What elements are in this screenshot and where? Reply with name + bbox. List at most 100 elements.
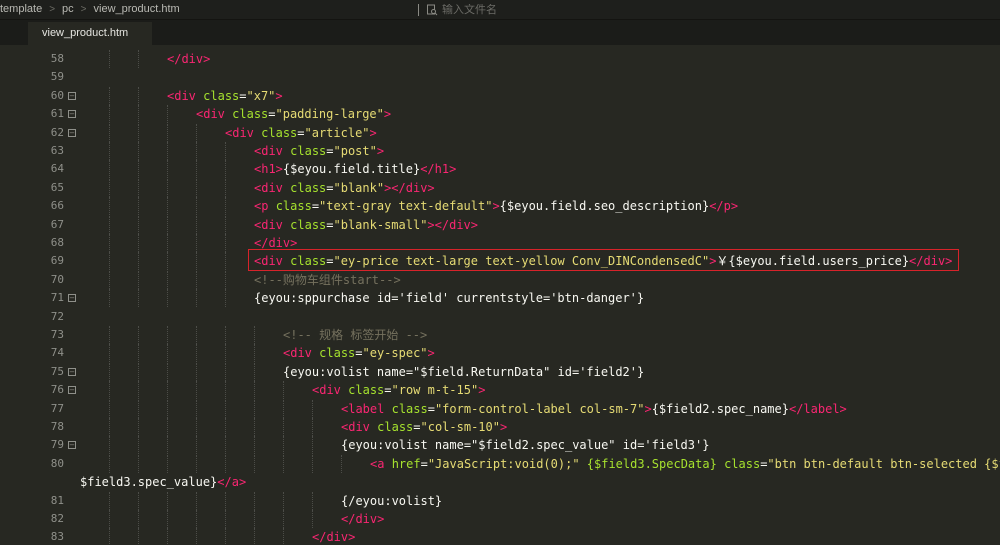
code-token: class: [348, 383, 385, 398]
code-text[interactable]: <div class="row m-t-15">: [312, 381, 485, 399]
code-text[interactable]: <!--购物车组件start-->: [254, 271, 401, 289]
breadcrumb: template > pc > view_product.htm: [0, 3, 180, 15]
indent-guide: [138, 399, 139, 418]
indent-guide: [138, 234, 139, 252]
code-text[interactable]: <div class="ey-price text-large text-yel…: [254, 252, 952, 270]
code-editor[interactable]: 58 </div> 59 60− <div class="x7"> 61− <div cla…: [0, 50, 1000, 545]
indent-guide: [167, 142, 168, 160]
code-text[interactable]: <label class="form-control-label col-sm-…: [341, 400, 847, 418]
code-token: class: [232, 107, 269, 122]
tab-view-product[interactable]: view_product.htm: [28, 22, 152, 45]
code-text[interactable]: <div class="ey-spec">: [283, 344, 435, 362]
code-text[interactable]: <div class="padding-large">: [196, 105, 391, 123]
code-text[interactable]: </div>: [167, 50, 210, 68]
code-text[interactable]: <div class="blank"></div>: [254, 179, 435, 197]
code-line[interactable]: 62− <div class="article">: [0, 123, 1000, 142]
indent-guide: [167, 344, 168, 363]
code-text[interactable]: <!-- 规格 标签开始 -->: [283, 326, 427, 344]
indent-guide: [283, 528, 284, 545]
code-line[interactable]: 63 <div class="post">: [0, 142, 1000, 160]
fold-toggle-icon[interactable]: −: [68, 91, 76, 100]
fold-toggle-icon[interactable]: −: [68, 367, 76, 376]
fold-toggle-icon[interactable]: −: [68, 441, 76, 450]
code-token: </div>: [254, 236, 298, 250]
code-line[interactable]: 71− {eyou:sppurchase id='field' currentst…: [0, 289, 1000, 308]
code-text[interactable]: $field3.spec_value}</a>: [80, 473, 246, 491]
code-text[interactable]: {/eyou:volist}: [341, 492, 442, 510]
code-text[interactable]: <div class="x7">: [167, 87, 283, 105]
code-text[interactable]: {eyou:sppurchase id='field' currentstyle…: [254, 289, 644, 307]
code-text[interactable]: <p class="text-gray text-default">{$eyou…: [254, 197, 738, 215]
code-line[interactable]: 81 {/eyou:volist}: [0, 491, 1000, 510]
code-line[interactable]: 69 <div class="ey-price text-large text-y…: [0, 252, 1000, 271]
indent-guide: [167, 510, 168, 528]
code-line[interactable]: 76− <div class="row m-t-15">: [0, 381, 1000, 400]
code-line[interactable]: 72: [0, 308, 1000, 326]
code-text[interactable]: <div class="post">: [254, 142, 384, 160]
breadcrumb-item-file[interactable]: view_product.htm: [94, 3, 180, 15]
indent-guide: [138, 270, 139, 289]
code-line[interactable]: 80 <a href="JavaScript:void(0);" {$field3…: [0, 454, 1000, 473]
breadcrumb-item-template[interactable]: template: [0, 3, 42, 15]
code-text[interactable]: <h1>{$eyou.field.title}</h1>: [254, 160, 456, 178]
code-text[interactable]: {eyou:volist name="$field.ReturnData" id…: [283, 363, 644, 381]
code-line[interactable]: 61− <div class="padding-large">: [0, 105, 1000, 124]
line-number: 80: [50, 456, 64, 470]
code-line[interactable]: 77 <label class="form-control-label col-s…: [0, 399, 1000, 418]
fold-toggle-icon[interactable]: −: [68, 386, 76, 395]
code-token: <div: [254, 144, 283, 158]
indent-guide: [167, 399, 168, 418]
indent-guide: [225, 362, 226, 381]
code-line[interactable]: 66 <p class="text-gray text-default">{$ey…: [0, 197, 1000, 216]
indent-guide: [109, 234, 110, 252]
indent-guide: [196, 289, 197, 308]
indent-guide: [167, 197, 168, 216]
breadcrumb-item-pc[interactable]: pc: [62, 3, 74, 15]
code-token: <a: [370, 456, 385, 471]
code-line[interactable]: 70 <!--购物车组件start-->: [0, 270, 1000, 289]
code-line[interactable]: 58 </div>: [0, 50, 1000, 68]
indent-guide: [196, 123, 197, 142]
code-line[interactable]: 60− <div class="x7">: [0, 86, 1000, 105]
indent-guide: [196, 436, 197, 455]
code-line[interactable]: 65 <div class="blank"></div>: [0, 178, 1000, 197]
indent-guide: [138, 50, 139, 68]
code-token: "padding-large": [275, 107, 384, 122]
code-line[interactable]: $field3.spec_value}</a>: [0, 473, 1000, 491]
file-search-input[interactable]: [442, 4, 622, 16]
code-text[interactable]: </div>: [254, 234, 297, 252]
code-token: </div>: [341, 512, 385, 526]
indent-guide: [196, 326, 197, 344]
code-token: <div: [254, 180, 283, 195]
code-token: "ey-price text-large text-yellow Conv_DI…: [333, 254, 710, 269]
code-text[interactable]: </div>: [341, 510, 384, 528]
code-line[interactable]: 59: [0, 68, 1000, 86]
fold-toggle-icon[interactable]: −: [68, 110, 76, 119]
code-line[interactable]: 67 <div class="blank-small"></div>: [0, 215, 1000, 234]
fold-toggle-icon[interactable]: −: [68, 294, 76, 303]
code-text[interactable]: <div class="blank-small"></div>: [254, 216, 478, 234]
indent-guide: [196, 252, 197, 271]
code-text[interactable]: {eyou:volist name="$field2.spec_value" i…: [341, 436, 709, 454]
code-line[interactable]: 79− {eyou:volist name="$field2.spec_value…: [0, 436, 1000, 455]
code-text[interactable]: </div>: [312, 528, 355, 545]
code-text[interactable]: <div class="col-sm-10">: [341, 418, 507, 436]
code-line[interactable]: 83 </div>: [0, 528, 1000, 545]
code-line[interactable]: 68 </div>: [0, 234, 1000, 252]
code-line[interactable]: 74 <div class="ey-spec">: [0, 344, 1000, 363]
indent-guide: [225, 418, 226, 436]
code-line[interactable]: 75− {eyou:volist name="$field.ReturnData"…: [0, 362, 1000, 381]
indent-guide: [167, 215, 168, 234]
code-line[interactable]: 73 <!-- 规格 标签开始 -->: [0, 326, 1000, 344]
indent-guide: [167, 418, 168, 436]
code-line[interactable]: 78 <div class="col-sm-10">: [0, 418, 1000, 436]
code-text[interactable]: <div class="article">: [225, 124, 377, 142]
indent-guide: [225, 215, 226, 234]
fold-toggle-icon[interactable]: −: [68, 128, 76, 137]
code-line[interactable]: 64 <h1>{$eyou.field.title}</h1>: [0, 160, 1000, 179]
code-text[interactable]: <a href="JavaScript:void(0);" {$field3.S…: [370, 455, 1000, 473]
code-token: =: [384, 383, 392, 398]
code-line[interactable]: 82 </div>: [0, 510, 1000, 528]
code-token: "form-control-label col-sm-7": [434, 401, 645, 416]
code-token: "JavaScript:void(0);": [427, 456, 580, 471]
